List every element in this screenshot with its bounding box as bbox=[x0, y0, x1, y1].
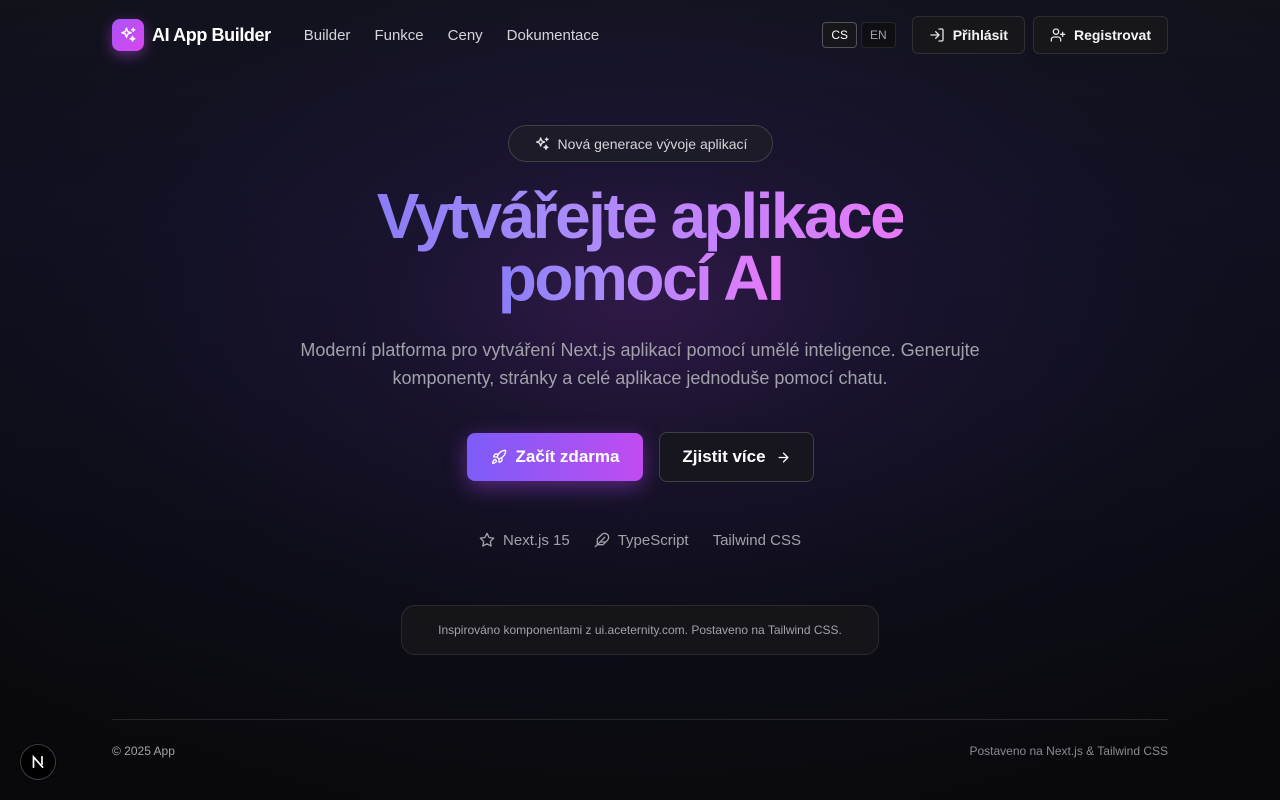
tech-item: Next.js 15 bbox=[479, 532, 570, 549]
nav-funkce[interactable]: Funkce bbox=[374, 27, 423, 44]
site-header: AI App Builder Builder Funkce Ceny Dokum… bbox=[112, 16, 1168, 54]
login-label: Přihlásit bbox=[952, 27, 1008, 43]
nextjs-devtools-button[interactable] bbox=[20, 744, 56, 780]
tech-label: Next.js 15 bbox=[503, 531, 570, 549]
start-free-button[interactable]: Začít zdarma bbox=[467, 433, 643, 481]
inspiration-note: Inspirováno komponentami z ui.aceternity… bbox=[401, 605, 879, 655]
hero-headline: Vytvářejte aplikace pomocí AI bbox=[240, 184, 1040, 310]
rocket-icon bbox=[491, 449, 516, 465]
register-label: Registrovat bbox=[1073, 27, 1151, 43]
tech-label: TypeScript bbox=[617, 531, 689, 549]
hero-badge: Nová generace vývoje aplikací bbox=[508, 125, 773, 162]
language-cs-button[interactable]: CS bbox=[822, 22, 858, 48]
headline-line-2: pomocí AI bbox=[497, 242, 785, 314]
star-icon bbox=[479, 532, 503, 548]
tech-item: Tailwind CSS bbox=[713, 532, 801, 549]
footer-divider bbox=[112, 719, 1168, 720]
tech-stack: Next.js 15 TypeScript Tailwind CSS bbox=[440, 529, 840, 551]
login-button[interactable]: Přihlásit bbox=[911, 16, 1025, 54]
start-free-label: Začít zdarma bbox=[515, 447, 620, 466]
header-actions: CS EN Přihlásit Registrovat bbox=[822, 16, 1168, 54]
language-en-button[interactable]: EN bbox=[861, 22, 896, 48]
footer-copyright: © 2025 App bbox=[112, 744, 175, 758]
inspiration-note-text: Inspirováno komponentami z ui.aceternity… bbox=[438, 623, 842, 637]
footer-built-with: Postaveno na Next.js & Tailwind CSS bbox=[969, 744, 1168, 758]
tech-label: Tailwind CSS bbox=[712, 531, 801, 549]
user-plus-icon bbox=[1050, 27, 1074, 43]
logo[interactable]: AI App Builder bbox=[112, 19, 271, 51]
log-in-icon bbox=[929, 27, 953, 43]
arrow-right-icon bbox=[766, 450, 791, 465]
nextjs-logo-icon bbox=[30, 754, 46, 770]
learn-more-button[interactable]: Zjistit více bbox=[659, 432, 814, 482]
learn-more-label: Zjistit více bbox=[682, 447, 766, 466]
feather-icon bbox=[594, 532, 618, 548]
app-name: AI App Builder bbox=[152, 24, 271, 45]
sparkles-icon bbox=[534, 136, 558, 152]
main-nav: Builder Funkce Ceny Dokumentace bbox=[304, 27, 624, 44]
nav-dokumentace[interactable]: Dokumentace bbox=[507, 27, 600, 44]
sparkles-icon bbox=[112, 19, 144, 51]
register-button[interactable]: Registrovat bbox=[1032, 16, 1168, 54]
nav-builder[interactable]: Builder bbox=[304, 27, 351, 44]
nav-ceny[interactable]: Ceny bbox=[448, 27, 483, 44]
tech-item: TypeScript bbox=[594, 532, 689, 549]
hero-badge-label: Nová generace vývoje aplikací bbox=[557, 135, 748, 152]
hero-subtitle: Moderní platforma pro vytváření Next.js … bbox=[300, 340, 980, 388]
